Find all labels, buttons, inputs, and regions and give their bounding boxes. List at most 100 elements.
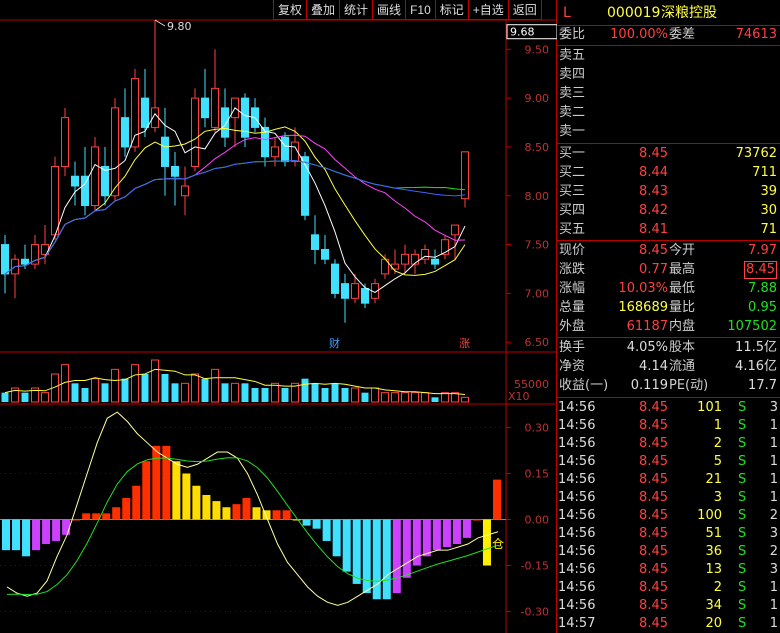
stat-row: 涨幅 10.03% 最低 7.88 [559,281,777,296]
volume-bar [391,392,399,403]
candle [131,78,139,148]
candle [331,263,339,294]
volume-bar [181,382,189,403]
price-axis-label: 8.00 [525,190,550,203]
macd-bar [242,498,251,520]
tick-row: 14:56 8.45 5 S 1 [558,454,778,469]
candle [161,136,169,167]
tick-row: 14:56 8.45 34 S 1 [558,598,778,613]
volume-bar [341,388,349,402]
macd-bar [402,519,411,578]
toolbar-button[interactable]: +自选 [467,0,509,20]
volume-bar [401,392,409,403]
volume-bar [361,392,369,402]
macd-bar [382,519,391,600]
stock-code: 000019 [607,5,661,21]
volume-bar [171,383,179,402]
fundamental-row: 换手 4.05% 股本 11.5亿 [559,340,777,355]
macd-axis-label: 0.00 [525,514,550,527]
macd-bar [292,519,301,521]
price-axis-label: 7.50 [525,239,550,252]
macd-bar [462,519,471,538]
macd-bar [72,519,81,521]
tick-row: 14:56 8.45 2 S 1 [558,436,778,451]
macd-bar [162,445,171,520]
macd-axis-label: 0.15 [525,467,550,480]
macd-axis-label: -0.30 [521,606,549,619]
macd-bar [432,519,441,551]
toolbar-button[interactable]: 画线 [372,0,407,20]
candle [221,107,229,138]
macd-bar [332,519,341,557]
bid-row: 买三 8.43 39 [559,184,777,199]
bid-row: 买四 8.42 30 [559,203,777,218]
candle [121,117,129,148]
macd-bar [122,498,131,520]
macd-bar [132,485,141,520]
chart-panel[interactable]: 9.50 9.00 8.50 8.00 7.50 7.00 6.50 9.68 9.80 财涨 55… [0,0,557,633]
candle [81,175,89,207]
stock-flag: L [563,5,571,21]
event-marker: 涨 [459,337,470,350]
volume-bar [461,396,469,403]
ask-row: 卖五 [559,48,586,63]
volume-bar [81,388,89,402]
price-axis-label: 9.00 [525,92,550,105]
macd-bar [192,485,201,520]
macd-bar [42,519,51,545]
volume-bar [241,383,249,402]
tick-row: 14:56 8.45 36 S 2 [558,544,778,559]
volume-bar [371,387,379,403]
price-axis-label: 7.00 [525,287,550,300]
volume-bar [411,392,419,403]
volume-bar [421,392,429,403]
price-axis-label: 8.50 [525,141,550,154]
macd-bar [212,501,221,520]
bid-row: 买二 8.44 711 [559,165,777,180]
tick-row: 14:56 8.45 3 S 1 [558,490,778,505]
toolbar-button[interactable]: 返回 [507,0,542,20]
macd-bar [102,513,111,520]
volume-bar [351,387,359,403]
fundamental-row: 净资 4.14 流通 4.16亿 [559,359,777,374]
ma-line [4,126,466,276]
toolbar-button[interactable]: 标记 [434,0,469,20]
event-marker: 财 [329,336,340,350]
tick-row: 14:56 8.45 1 S 1 [558,418,778,433]
kline-chart[interactable]: 9.509.008.508.007.507.006.509.689.80财 涨55… [0,0,557,633]
fundamental-row: 收益(一) 0.119 PE(动) 17.7 [559,378,777,393]
bid-row: 买一 8.45 73762 [559,146,777,161]
stock-name: 深粮控股 [661,5,717,21]
toolbar-button[interactable]: 复权 [273,0,308,20]
macd-bar [202,494,211,520]
toolbar-button[interactable]: 统计 [339,0,374,20]
candle [91,146,99,207]
volume-bar [251,388,259,402]
candle [361,288,369,304]
macd-bar [12,519,21,551]
volume-unit-label: X10 [508,390,530,403]
volume-bar [1,392,9,402]
volume-bar [151,359,159,403]
candle [341,283,349,299]
candle [61,117,69,167]
tick-row: 14:56 8.45 13 S 3 [558,562,778,577]
macd-bar [152,445,161,520]
macd-bar [482,519,491,566]
candle [71,175,79,187]
volume-bar [261,388,269,402]
toolbar-button[interactable]: 叠加 [306,0,341,20]
macd-signal-label: 仓 [492,537,504,551]
candle [461,151,469,200]
tick-row: 14:56 8.45 100 S 2 [558,508,778,523]
macd-axis-label: -0.15 [521,560,549,573]
volume-bar [91,378,99,403]
macd-bar [222,507,231,520]
macd-bar [422,519,431,557]
macd-bar [362,519,371,594]
candle [321,248,329,260]
tick-row: 14:56 8.45 101 S 3 [558,400,778,415]
toolbar-button[interactable]: F10 [405,0,436,20]
macd-bar [312,519,321,529]
volume-bar [21,392,29,402]
